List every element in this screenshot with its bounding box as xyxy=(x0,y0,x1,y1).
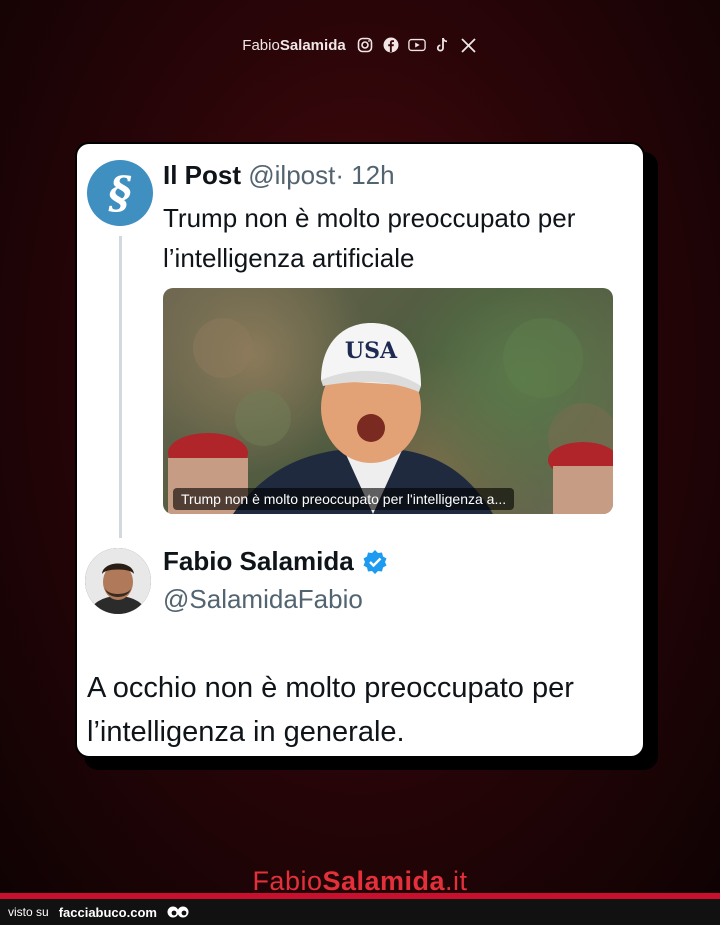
trump-photo: USA xyxy=(168,318,613,514)
youtube-icon[interactable] xyxy=(407,36,426,54)
footer-strip: visto su facciabuco.com xyxy=(0,899,720,925)
verified-badge-icon xyxy=(362,549,388,575)
fabio-avatar[interactable] xyxy=(85,548,151,614)
tiktok-icon[interactable] xyxy=(434,36,452,54)
top-brand-first: Fabio xyxy=(242,36,280,54)
footer-brand-first: Fabio xyxy=(252,866,323,896)
eyes-icon xyxy=(167,905,189,919)
thread-line xyxy=(119,236,122,538)
fabio-avatar-image xyxy=(85,548,151,614)
quoted-tweet-text: Trump non è molto preoccupato per l’inte… xyxy=(163,203,576,273)
visto-su-label: visto su xyxy=(8,905,49,919)
ilpost-avatar[interactable]: § xyxy=(87,160,153,226)
reply-tweet-text: A occhio non è molto preoccupato per l’i… xyxy=(87,672,574,748)
top-brand: FabioSalamida xyxy=(242,37,345,54)
quoted-author-handle[interactable]: @ilpost xyxy=(248,160,335,190)
top-brand-bold: Salamida xyxy=(279,36,346,54)
ilpost-logo-glyph: § xyxy=(108,167,132,219)
tweet-card: § Il Post @ilpost· 12h Trump non è molto… xyxy=(75,142,645,758)
top-brand-bar: FabioSalamida xyxy=(0,36,720,54)
reply-author-name[interactable]: Fabio Salamida xyxy=(163,546,354,577)
quoted-tweet-time[interactable]: · 12h xyxy=(335,160,394,190)
x-icon[interactable] xyxy=(460,36,478,54)
quoted-tweet-header: Il Post @ilpost· 12h xyxy=(163,160,395,191)
reply-author-row: Fabio Salamida xyxy=(163,546,388,577)
facciabuco-link[interactable]: facciabuco.com xyxy=(59,905,157,920)
facebook-icon[interactable] xyxy=(382,36,400,54)
footer-brand-bold: Salamida xyxy=(322,866,446,896)
reply-author-handle[interactable]: @SalamidaFabio xyxy=(163,584,363,615)
quoted-tweet-media[interactable]: USA Trump non è molto preoccupato per l'… xyxy=(163,288,613,514)
quoted-author-name[interactable]: Il Post xyxy=(163,160,241,190)
social-icons xyxy=(356,36,478,54)
media-caption: Trump non è molto preoccupato per l'inte… xyxy=(173,488,515,510)
footer-brand-tld: .it xyxy=(445,866,468,896)
hat-text: USA xyxy=(345,338,398,364)
instagram-icon[interactable] xyxy=(356,36,374,54)
